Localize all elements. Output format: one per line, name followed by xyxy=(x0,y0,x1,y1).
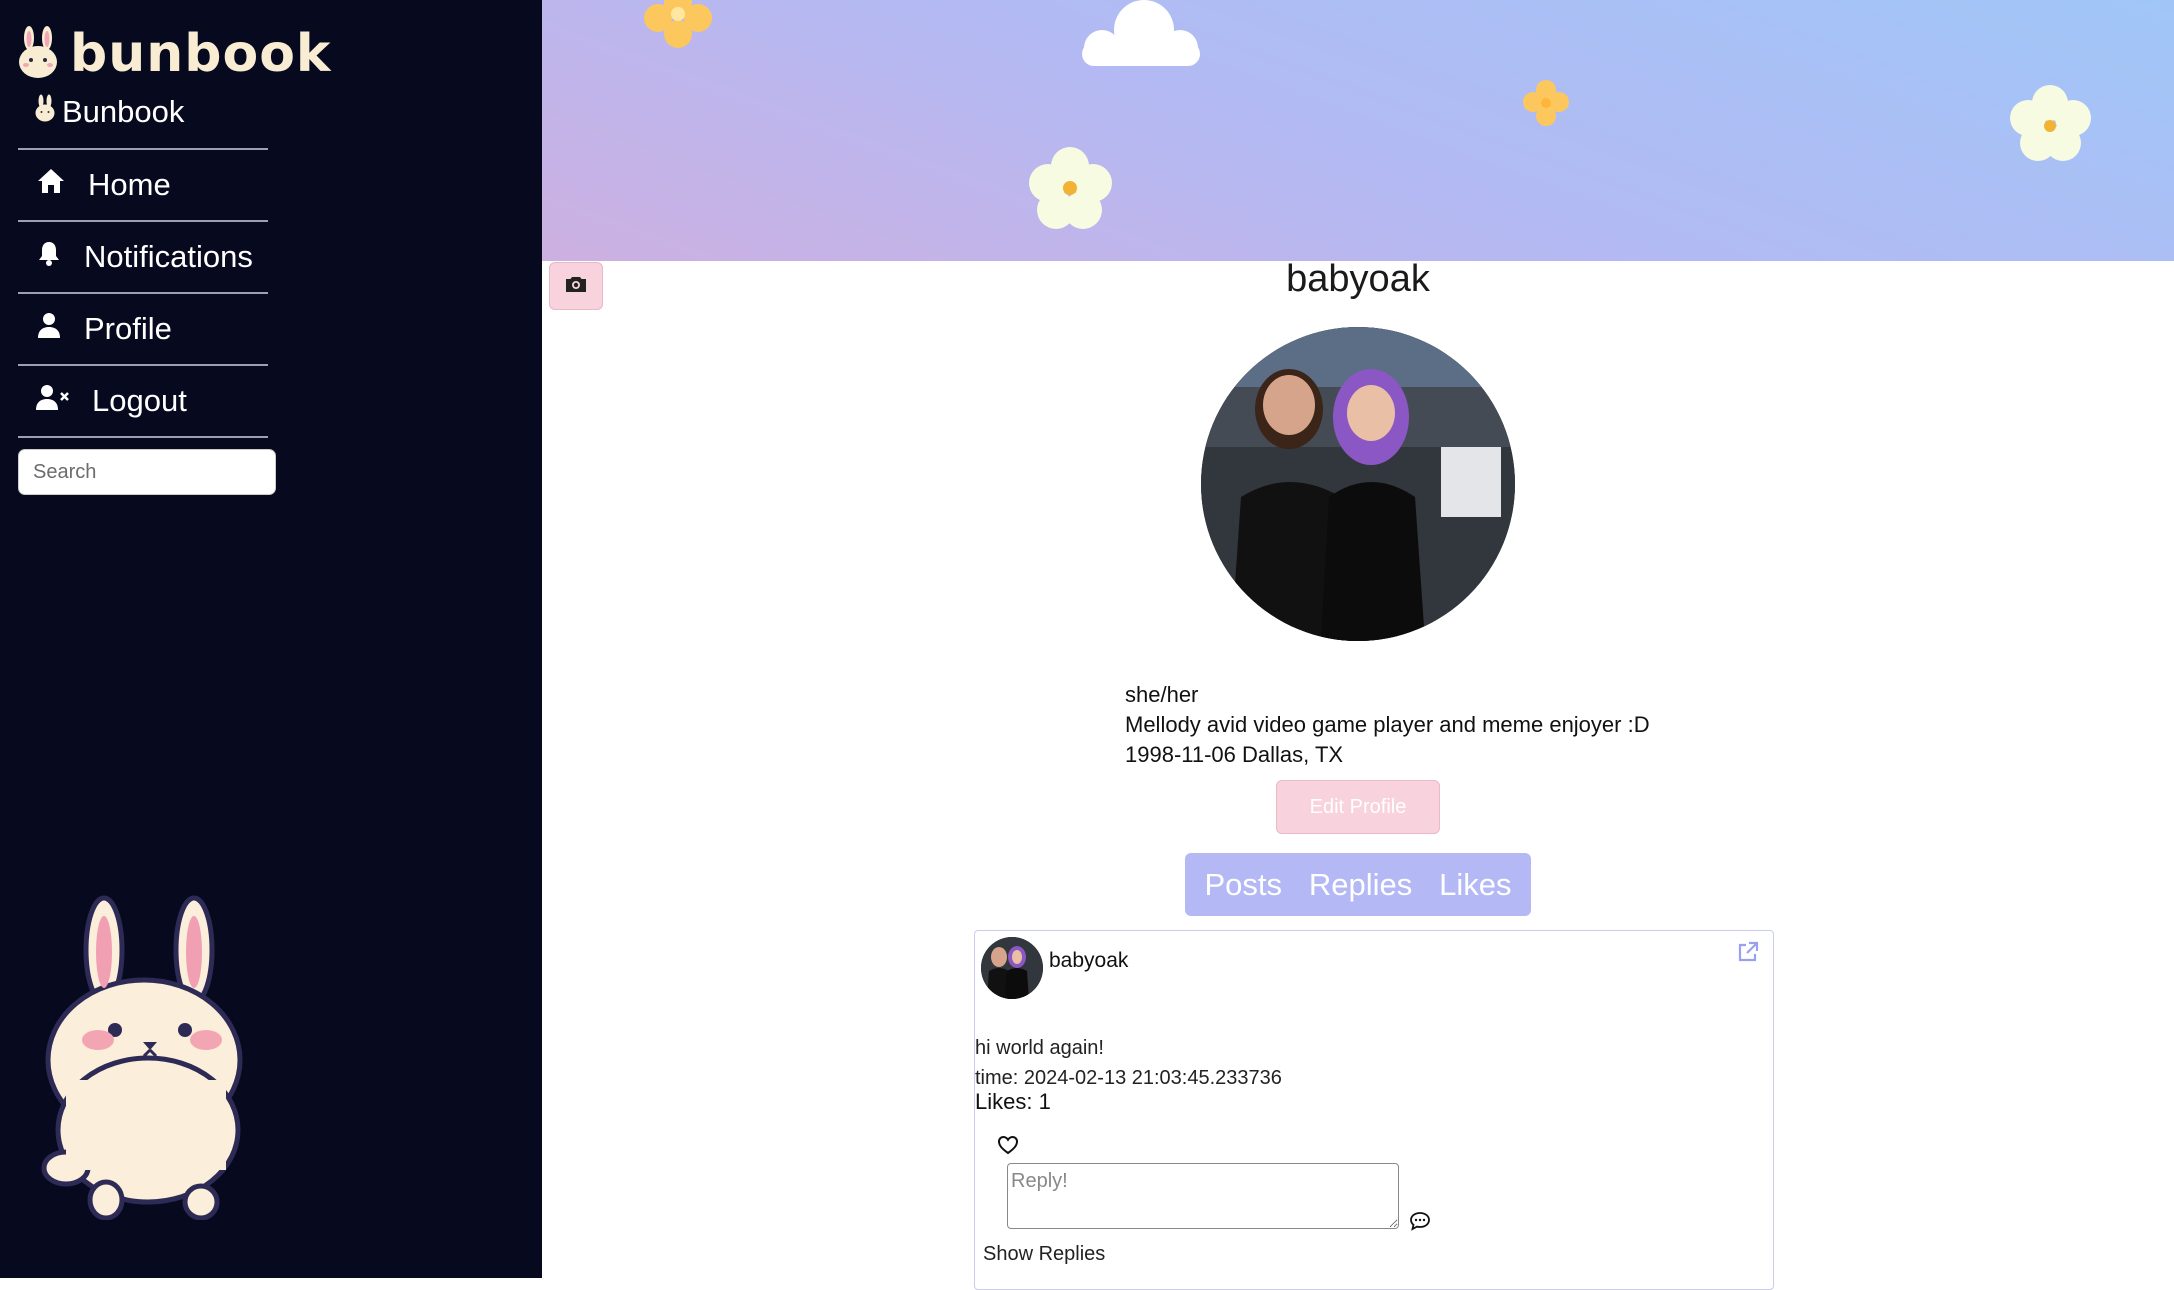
user-icon xyxy=(36,311,62,347)
post-card: babyoak hi world again! time: 2024-02-13… xyxy=(974,930,1774,1290)
tab-replies[interactable]: Replies xyxy=(1309,867,1412,903)
logo-text: bunbook xyxy=(70,24,332,84)
bunny-logo-icon xyxy=(16,25,60,83)
brand-link[interactable]: Bunbook xyxy=(34,94,184,130)
chat-bubble-icon[interactable] xyxy=(1409,1211,1431,1236)
sidebar-item-logout[interactable]: Logout xyxy=(18,366,268,436)
sidebar-item-label: Profile xyxy=(84,311,172,346)
camera-icon xyxy=(565,275,587,298)
nav-divider xyxy=(18,436,268,438)
user-x-icon xyxy=(36,383,70,419)
bunny-mascot-image xyxy=(36,890,266,1225)
profile-birthday-location: 1998-11-06 Dallas, TX xyxy=(1125,742,1344,767)
sidebar-nav: Home Notifications Profile Logout xyxy=(18,148,268,438)
reply-input[interactable] xyxy=(1007,1163,1399,1229)
external-link-icon[interactable] xyxy=(1737,941,1759,968)
profile-bio: she/her Mellody avid video game player a… xyxy=(1125,680,1650,770)
heart-icon[interactable] xyxy=(997,1135,1019,1160)
search-input[interactable] xyxy=(18,449,276,495)
sidebar-item-label: Home xyxy=(88,167,171,202)
bunny-small-icon xyxy=(34,94,56,130)
sidebar-item-profile[interactable]: Profile xyxy=(18,294,268,364)
sidebar-item-label: Logout xyxy=(92,383,187,418)
edit-profile-button[interactable]: Edit Profile xyxy=(1276,780,1440,834)
post-username[interactable]: babyoak xyxy=(1049,949,1128,973)
profile-pronouns: she/her xyxy=(1125,682,1199,707)
brand-label: Bunbook xyxy=(62,94,185,129)
profile-username: babyoak xyxy=(1286,258,1430,300)
tab-likes[interactable]: Likes xyxy=(1439,867,1511,903)
profile-description: Mellody avid video game player and meme … xyxy=(1125,712,1650,737)
post-text: hi world again! xyxy=(975,1037,1104,1059)
sidebar-item-notifications[interactable]: Notifications xyxy=(18,222,268,292)
profile-banner xyxy=(542,0,2174,261)
logo[interactable]: bunbook xyxy=(16,24,332,84)
sidebar: bunbook Bunbook Home Notifications Profi… xyxy=(0,0,542,1278)
post-body: hi world again! time: 2024-02-13 21:03:4… xyxy=(975,1033,1282,1093)
flower-decoration xyxy=(644,0,712,48)
post-likes: Likes: 1 xyxy=(975,1089,1051,1114)
show-replies-button[interactable]: Show Replies xyxy=(983,1243,1105,1266)
bell-icon xyxy=(36,239,62,275)
sidebar-item-home[interactable]: Home xyxy=(18,150,268,220)
change-banner-button[interactable] xyxy=(549,262,603,310)
post-avatar[interactable] xyxy=(981,937,1043,999)
profile-tabs: Posts Replies Likes xyxy=(1185,853,1531,916)
profile-avatar xyxy=(1201,327,1515,641)
home-icon xyxy=(36,167,66,203)
tab-posts[interactable]: Posts xyxy=(1204,867,1282,903)
sidebar-item-label: Notifications xyxy=(84,239,253,274)
